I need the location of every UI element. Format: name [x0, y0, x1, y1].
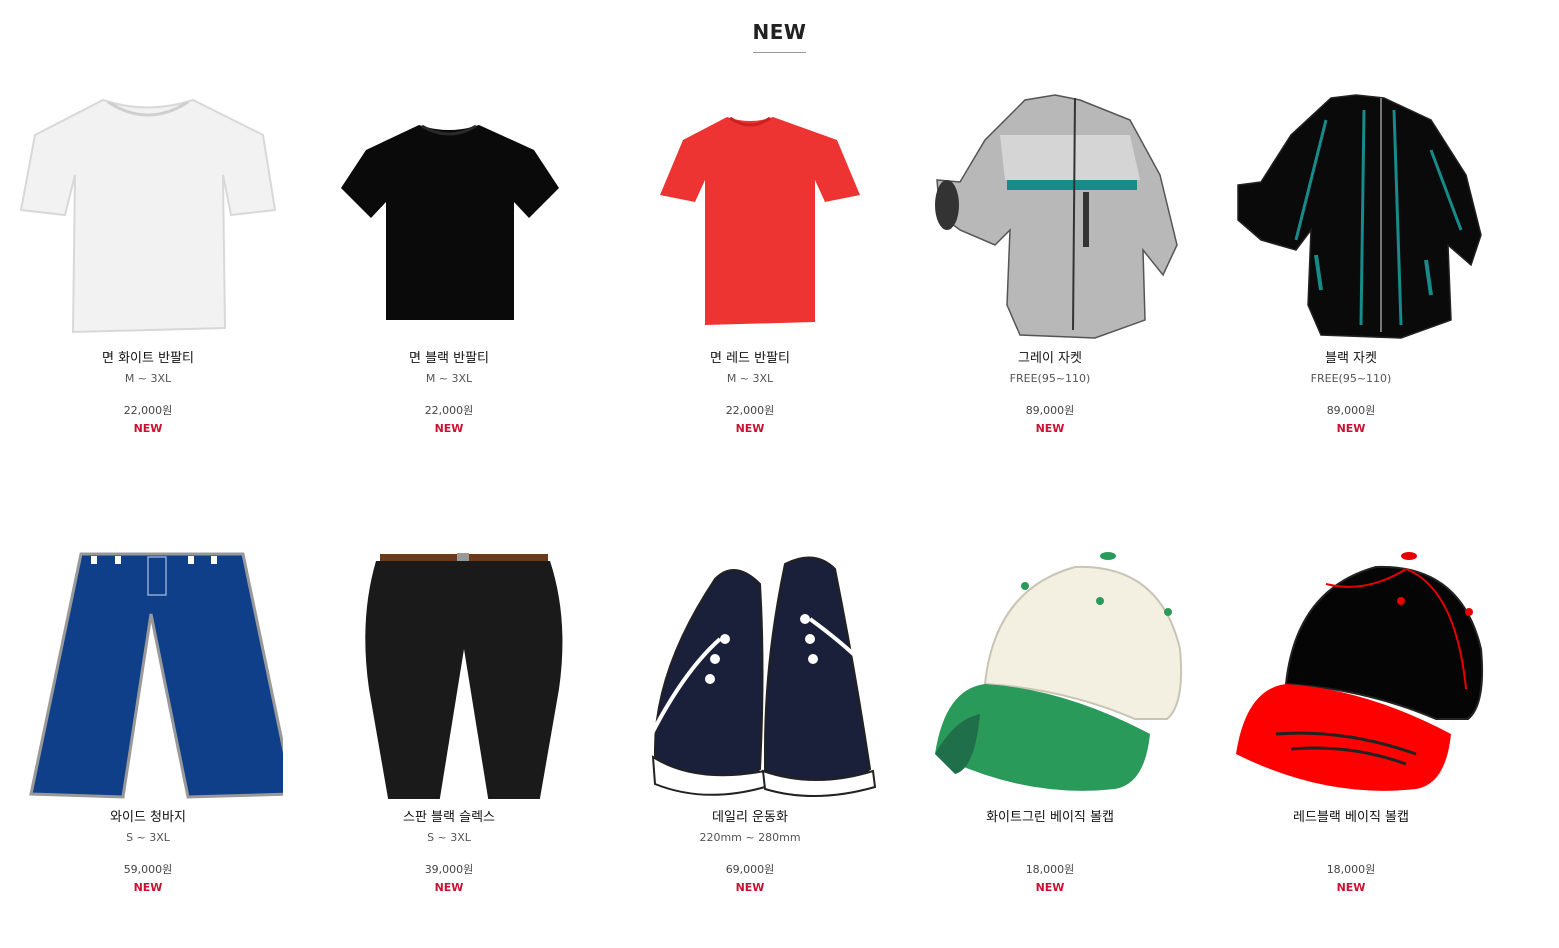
product-price: 22,000원: [123, 404, 173, 417]
product-price: 18,000원: [1326, 863, 1376, 876]
product-image-link[interactable]: [13, 80, 283, 340]
product-image-link[interactable]: [13, 539, 283, 799]
black-slacks-image: [365, 553, 563, 799]
product-size: M ~ 3XL: [425, 372, 473, 385]
product-card[interactable]: 블랙 자켓 FREE(95~110) 89,000원 NEW: [1201, 80, 1501, 437]
product-image-link[interactable]: [1216, 80, 1486, 340]
product-size: M ~ 3XL: [124, 372, 172, 385]
gray-jacket-image: [935, 94, 1178, 339]
product-size: FREE(95~110): [1009, 372, 1091, 385]
product-card[interactable]: 와이드 청바지 S ~ 3XL 59,000원 NEW: [0, 539, 298, 896]
product-price: 69,000원: [725, 863, 775, 876]
product-size: S ~ 3XL: [126, 831, 170, 844]
product-image-link[interactable]: [314, 539, 584, 799]
product-price: 39,000원: [424, 863, 474, 876]
product-name[interactable]: 면 화이트 반팔티: [0, 350, 298, 368]
product-price: 59,000원: [123, 863, 173, 876]
product-name[interactable]: 레드블랙 베이직 볼캡: [1201, 809, 1501, 827]
product-card[interactable]: 스판 블랙 슬렉스 S ~ 3XL 39,000원 NEW: [299, 539, 599, 896]
product-name[interactable]: 데일리 운동화: [600, 809, 900, 827]
product-card[interactable]: 그레이 자켓 FREE(95~110) 89,000원 NEW: [900, 80, 1200, 437]
product-image-link[interactable]: [915, 80, 1185, 340]
product-card[interactable]: 면 레드 반팔티 M ~ 3XL 22,000원 NEW: [600, 80, 900, 437]
product-name[interactable]: 스판 블랙 슬렉스: [299, 809, 599, 827]
product-name[interactable]: 그레이 자켓: [900, 350, 1200, 368]
new-badge: NEW: [735, 422, 765, 435]
new-badge: NEW: [434, 422, 464, 435]
new-badge: NEW: [1035, 422, 1065, 435]
product-price: 22,000원: [424, 404, 474, 417]
black-tshirt-image: [341, 124, 559, 320]
product-size: [900, 830, 1200, 846]
product-grid: 면 화이트 반팔티 M ~ 3XL 22,000원 NEW 면 블랙 반팔티 M…: [0, 0, 1559, 948]
product-name[interactable]: 와이드 청바지: [0, 809, 298, 827]
product-card[interactable]: 면 블랙 반팔티 M ~ 3XL 22,000원 NEW: [299, 80, 599, 437]
product-size: S ~ 3XL: [427, 831, 471, 844]
new-badge: NEW: [133, 881, 163, 894]
black-jacket-image: [1237, 94, 1482, 339]
new-badge: NEW: [1035, 881, 1065, 894]
product-image-link[interactable]: [615, 539, 885, 799]
red-tshirt-image: [660, 116, 860, 325]
product-card[interactable]: 면 화이트 반팔티 M ~ 3XL 22,000원 NEW: [0, 80, 298, 437]
product-name[interactable]: 면 레드 반팔티: [600, 350, 900, 368]
product-card[interactable]: 레드블랙 베이직 볼캡 18,000원 NEW: [1201, 539, 1501, 896]
new-badge: NEW: [133, 422, 163, 435]
red-black-cap-image: [1236, 552, 1484, 791]
wide-jeans-image: [29, 552, 283, 799]
new-badge: NEW: [1336, 881, 1366, 894]
product-card[interactable]: 데일리 운동화 220mm ~ 280mm 69,000원 NEW: [600, 539, 900, 896]
white-green-cap-image: [935, 552, 1183, 791]
product-size: [1201, 830, 1501, 846]
product-price: 18,000원: [1025, 863, 1075, 876]
new-badge: NEW: [735, 881, 765, 894]
sneakers-image: [633, 556, 885, 798]
new-badge: NEW: [434, 881, 464, 894]
product-name[interactable]: 화이트그린 베이직 볼캡: [900, 809, 1200, 827]
product-price: 89,000원: [1326, 404, 1376, 417]
product-price: 22,000원: [725, 404, 775, 417]
product-name[interactable]: 블랙 자켓: [1201, 350, 1501, 368]
new-badge: NEW: [1336, 422, 1366, 435]
product-size: FREE(95~110): [1310, 372, 1392, 385]
product-size: M ~ 3XL: [726, 372, 774, 385]
white-tshirt-image: [19, 98, 277, 334]
product-image-link[interactable]: [1216, 539, 1486, 799]
product-image-link[interactable]: [615, 80, 885, 340]
product-image-link[interactable]: [314, 80, 584, 340]
product-card[interactable]: 화이트그린 베이직 볼캡 18,000원 NEW: [900, 539, 1200, 896]
product-size: 220mm ~ 280mm: [699, 831, 801, 844]
product-name[interactable]: 면 블랙 반팔티: [299, 350, 599, 368]
product-price: 89,000원: [1025, 404, 1075, 417]
product-image-link[interactable]: [915, 539, 1185, 799]
